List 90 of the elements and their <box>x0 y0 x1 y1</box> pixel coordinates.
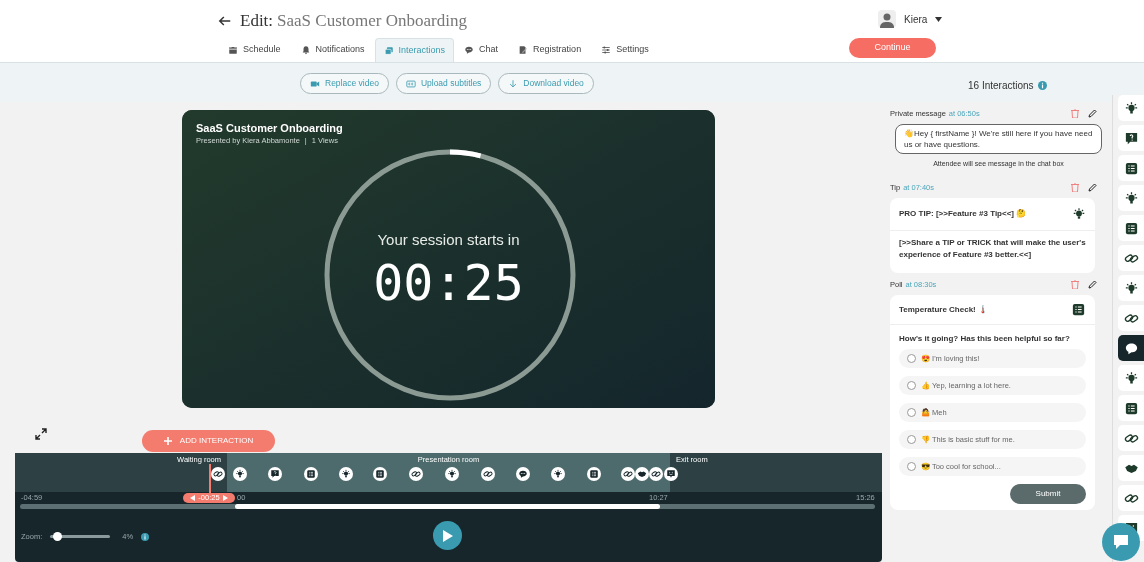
pencil-icon[interactable] <box>1088 182 1097 192</box>
pencil-icon[interactable] <box>1088 109 1097 119</box>
checklist-icon <box>375 469 385 479</box>
lightbulb-icon <box>1123 100 1139 116</box>
link-icon <box>623 469 633 479</box>
tab[interactable]: Schedule <box>218 38 291 62</box>
radio-button[interactable] <box>907 462 916 472</box>
chat-bubble-icon <box>1112 533 1130 551</box>
sliders-icon <box>601 45 612 55</box>
closed-captions-icon <box>405 78 416 89</box>
toolbar-button[interactable]: Download video <box>498 73 594 94</box>
interaction-jump-button[interactable] <box>1118 395 1144 421</box>
poll-heading: Temperature Check! 🌡 <box>899 303 988 316</box>
video-title: SaaS Customer Onboarding <box>196 121 343 136</box>
interaction-jump-button[interactable] <box>1118 335 1144 361</box>
tip-text: [>>Share a TIP or TRICK that will make the user's experience of Feature #3 better.<<] <box>898 237 1087 261</box>
interaction-jump-button[interactable] <box>1118 425 1144 451</box>
interaction-jump-button[interactable] <box>1118 485 1144 511</box>
radio-button[interactable] <box>907 408 916 418</box>
interaction-jump-button[interactable] <box>1118 365 1144 391</box>
submit-button[interactable]: Submit <box>1010 484 1086 505</box>
tab[interactable]: Notifications <box>290 38 375 62</box>
radio-button[interactable] <box>907 435 916 445</box>
checklist-icon <box>589 469 599 479</box>
countdown-label: Your session starts in <box>376 230 521 250</box>
tab[interactable]: Registration <box>508 38 592 62</box>
chat-bubble-icon <box>518 469 528 479</box>
lightbulb-icon <box>1123 190 1139 206</box>
checklist-icon <box>1123 220 1139 236</box>
radio-button[interactable] <box>907 381 916 391</box>
zoom-slider[interactable] <box>50 532 111 542</box>
download-icon <box>508 78 519 89</box>
toolbar-button[interactable]: Upload subtitles <box>395 73 492 94</box>
checklist-icon <box>1123 160 1139 176</box>
interaction-jump-button[interactable] <box>1118 155 1144 181</box>
playhead-line <box>209 464 211 493</box>
pencil-icon[interactable] <box>1088 280 1097 290</box>
link-icon <box>411 469 421 479</box>
interaction-jump-button[interactable] <box>1118 215 1144 241</box>
link-icon <box>213 469 223 479</box>
tab[interactable]: Chat <box>454 38 509 62</box>
checklist-icon <box>1071 302 1086 318</box>
left-triangle-icon[interactable] <box>190 495 196 501</box>
link-icon <box>651 469 661 479</box>
interaction-jump-button[interactable] <box>1118 305 1144 331</box>
radio-button[interactable] <box>907 354 916 364</box>
lightbulb-icon <box>1072 207 1086 221</box>
expand-icon[interactable] <box>35 428 47 440</box>
checklist-icon <box>1123 400 1139 416</box>
info-icon[interactable] <box>141 532 150 541</box>
tab[interactable]: Interactions <box>374 38 455 62</box>
bell-icon <box>300 45 311 55</box>
lightbulb-icon <box>235 469 245 479</box>
lightbulb-icon <box>553 469 563 479</box>
question-bubble-icon <box>270 469 280 479</box>
interaction-jump-button[interactable] <box>1118 455 1144 481</box>
countdown-timer: 00:25 <box>372 253 525 313</box>
page-title: SaaS Customer Onboarding <box>277 10 467 32</box>
user-avatar[interactable] <box>878 10 896 28</box>
scrubber-track[interactable] <box>20 504 875 509</box>
checklist-icon <box>306 469 316 479</box>
interaction-jump-button[interactable] <box>1118 125 1144 151</box>
play-icon <box>442 529 453 542</box>
lightbulb-icon <box>1123 280 1139 296</box>
toolbar-button[interactable]: Replace video <box>300 73 389 94</box>
lightbulb-icon <box>341 469 351 479</box>
interactions-count: 16 Interactions <box>968 79 1034 93</box>
caret-icon[interactable] <box>935 16 943 22</box>
lightbulb-icon <box>447 469 457 479</box>
page-title-prefix: Edit: <box>240 10 274 32</box>
cards-icon <box>383 45 394 56</box>
tip-heading: PRO TIP: [>>Feature #3 Tip<<] 🤔 <box>899 208 1027 220</box>
tab[interactable]: Settings <box>591 38 659 62</box>
calendar-icon <box>228 45 238 55</box>
message-bubble: 👋Hey { firstName }! We're still here if you have need us or have questions. <box>895 124 1102 155</box>
plus-icon <box>163 437 172 445</box>
interaction-jump-button[interactable] <box>1118 95 1144 121</box>
poll-question: How's it going? Has this been helpful so far? <box>898 333 1071 346</box>
interaction-jump-button[interactable] <box>1118 275 1144 301</box>
right-triangle-icon[interactable] <box>222 495 228 501</box>
interaction-jump-button[interactable] <box>1118 185 1144 211</box>
smiley-bubble-icon <box>666 469 676 479</box>
form-edit-icon <box>518 45 529 55</box>
link-icon <box>483 469 493 479</box>
user-name[interactable]: Kiera <box>904 11 928 27</box>
lightbulb-icon <box>1123 370 1139 386</box>
interaction-jump-button[interactable] <box>1118 245 1144 271</box>
chat-bubble-icon <box>464 45 475 55</box>
question-bubble-icon <box>1123 130 1139 146</box>
play-button[interactable] <box>433 521 462 550</box>
